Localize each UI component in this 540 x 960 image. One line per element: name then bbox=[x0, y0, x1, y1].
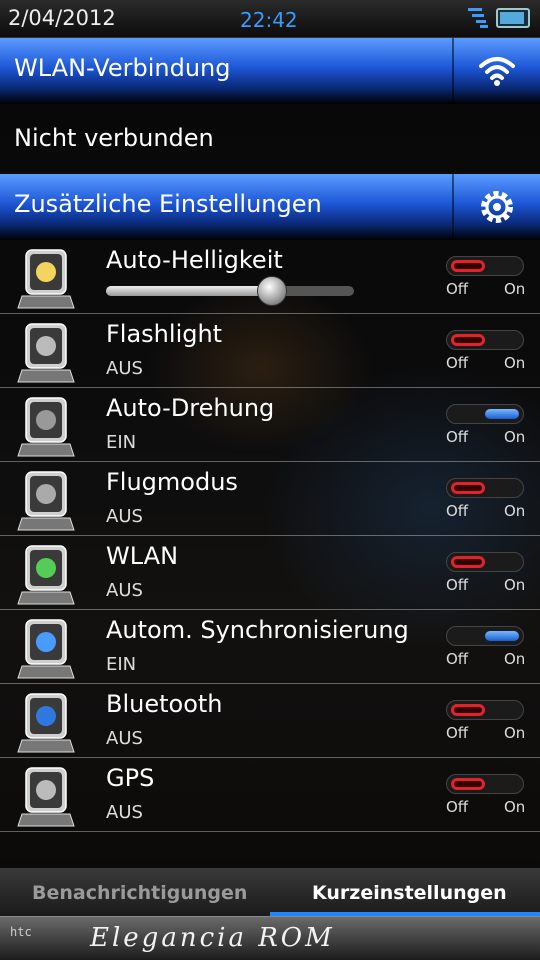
toggle-knob bbox=[451, 482, 485, 494]
flashlight-icon bbox=[16, 320, 76, 384]
toggle-switch[interactable] bbox=[446, 404, 524, 424]
rom-banner: htc Elegancia ROM bbox=[0, 916, 540, 960]
gear-icon bbox=[481, 191, 513, 223]
toggle-off-label: Off bbox=[446, 428, 469, 446]
brightness-slider[interactable] bbox=[106, 276, 354, 306]
toggle-knob bbox=[451, 556, 485, 568]
toggle-on-label: On bbox=[504, 724, 526, 742]
setting-status: AUS bbox=[106, 802, 143, 823]
toggle-on-label: On bbox=[504, 798, 526, 816]
battery-icon bbox=[496, 8, 530, 28]
tab-quick-settings[interactable]: Kurzeinstellungen bbox=[312, 882, 507, 904]
toggle-switch[interactable] bbox=[446, 626, 524, 646]
setting-name: Bluetooth bbox=[106, 690, 223, 718]
setting-status: AUS bbox=[106, 728, 143, 749]
toggle-off-label: Off bbox=[446, 280, 469, 298]
toggle-on-label: On bbox=[504, 354, 526, 372]
setting-name: Auto-Helligkeit bbox=[106, 246, 283, 274]
toggle-off-label: Off bbox=[446, 650, 469, 668]
wifi-icon bbox=[479, 57, 515, 86]
setting-name: Flashlight bbox=[106, 320, 223, 348]
toggle-switch[interactable] bbox=[446, 478, 524, 498]
extra-settings-button[interactable] bbox=[454, 174, 540, 240]
rotation-icon bbox=[16, 394, 76, 458]
toggle-off-label: Off bbox=[446, 576, 469, 594]
extra-settings-header[interactable]: Zusätzliche Einstellungen bbox=[0, 174, 540, 240]
toggle-switch[interactable] bbox=[446, 256, 524, 276]
wifi-icon bbox=[16, 542, 76, 606]
setting-row[interactable]: Bluetooth AUS Off On bbox=[0, 684, 540, 758]
status-time: 22:42 bbox=[240, 8, 298, 32]
setting-row[interactable]: GPS AUS Off On bbox=[0, 758, 540, 832]
setting-row[interactable]: Auto-Drehung EIN Off On bbox=[0, 388, 540, 462]
toggle-off-label: Off bbox=[446, 354, 469, 372]
wlan-header[interactable]: WLAN-Verbindung bbox=[0, 38, 540, 104]
gps-icon bbox=[16, 764, 76, 828]
setting-row[interactable]: Flashlight AUS Off On bbox=[0, 314, 540, 388]
signal-icon bbox=[468, 8, 488, 28]
rom-name: Elegancia ROM bbox=[90, 923, 335, 953]
wlan-status[interactable]: Nicht verbunden bbox=[0, 104, 540, 174]
setting-row[interactable]: WLAN AUS Off On bbox=[0, 536, 540, 610]
setting-status: AUS bbox=[106, 506, 143, 527]
setting-status: AUS bbox=[106, 580, 143, 601]
toggle-knob bbox=[451, 704, 485, 716]
tab-notifications[interactable]: Benachrichtigungen bbox=[32, 882, 247, 904]
bulb-icon bbox=[16, 246, 76, 310]
toggle-knob bbox=[485, 631, 519, 641]
status-bar: 2/04/2012 22:42 bbox=[0, 0, 540, 38]
htc-logo: htc bbox=[10, 925, 32, 939]
toggle-knob bbox=[451, 334, 485, 346]
toggle-knob bbox=[485, 409, 519, 419]
toggle-switch[interactable] bbox=[446, 774, 524, 794]
toggle-on-label: On bbox=[504, 280, 526, 298]
toggle-on-label: On bbox=[504, 502, 526, 520]
setting-name: Flugmodus bbox=[106, 468, 238, 496]
setting-row[interactable]: Flugmodus AUS Off On bbox=[0, 462, 540, 536]
setting-name: WLAN bbox=[106, 542, 179, 570]
setting-row[interactable]: Autom. Synchronisierung EIN Off On bbox=[0, 610, 540, 684]
extra-settings-title: Zusätzliche Einstellungen bbox=[14, 190, 322, 218]
toggle-switch[interactable] bbox=[446, 330, 524, 350]
toggle-switch[interactable] bbox=[446, 552, 524, 572]
toggle-off-label: Off bbox=[446, 502, 469, 520]
setting-name: GPS bbox=[106, 764, 155, 792]
setting-row[interactable]: Auto-Helligkeit Off On bbox=[0, 240, 540, 314]
bottom-tabs: Benachrichtigungen Kurzeinstellungen bbox=[0, 868, 540, 916]
setting-status: AUS bbox=[106, 358, 143, 379]
setting-name: Auto-Drehung bbox=[106, 394, 275, 422]
slider-fill bbox=[106, 286, 272, 296]
toggle-on-label: On bbox=[504, 650, 526, 668]
toggle-off-label: Off bbox=[446, 724, 469, 742]
status-date: 2/04/2012 bbox=[8, 6, 116, 30]
wlan-settings-button[interactable] bbox=[454, 38, 540, 104]
setting-status: EIN bbox=[106, 432, 137, 453]
bluetooth-icon bbox=[16, 690, 76, 754]
toggle-off-label: Off bbox=[446, 798, 469, 816]
setting-status: EIN bbox=[106, 654, 137, 675]
sync-icon bbox=[16, 616, 76, 680]
slider-thumb[interactable] bbox=[257, 276, 287, 306]
toggle-knob bbox=[451, 260, 485, 272]
wlan-status-text: Nicht verbunden bbox=[14, 124, 214, 152]
toggle-knob bbox=[451, 778, 485, 790]
setting-name: Autom. Synchronisierung bbox=[106, 616, 409, 644]
toggle-switch[interactable] bbox=[446, 700, 524, 720]
airplane-icon bbox=[16, 468, 76, 532]
wlan-header-title: WLAN-Verbindung bbox=[14, 54, 231, 82]
toggle-on-label: On bbox=[504, 428, 526, 446]
toggle-on-label: On bbox=[504, 576, 526, 594]
